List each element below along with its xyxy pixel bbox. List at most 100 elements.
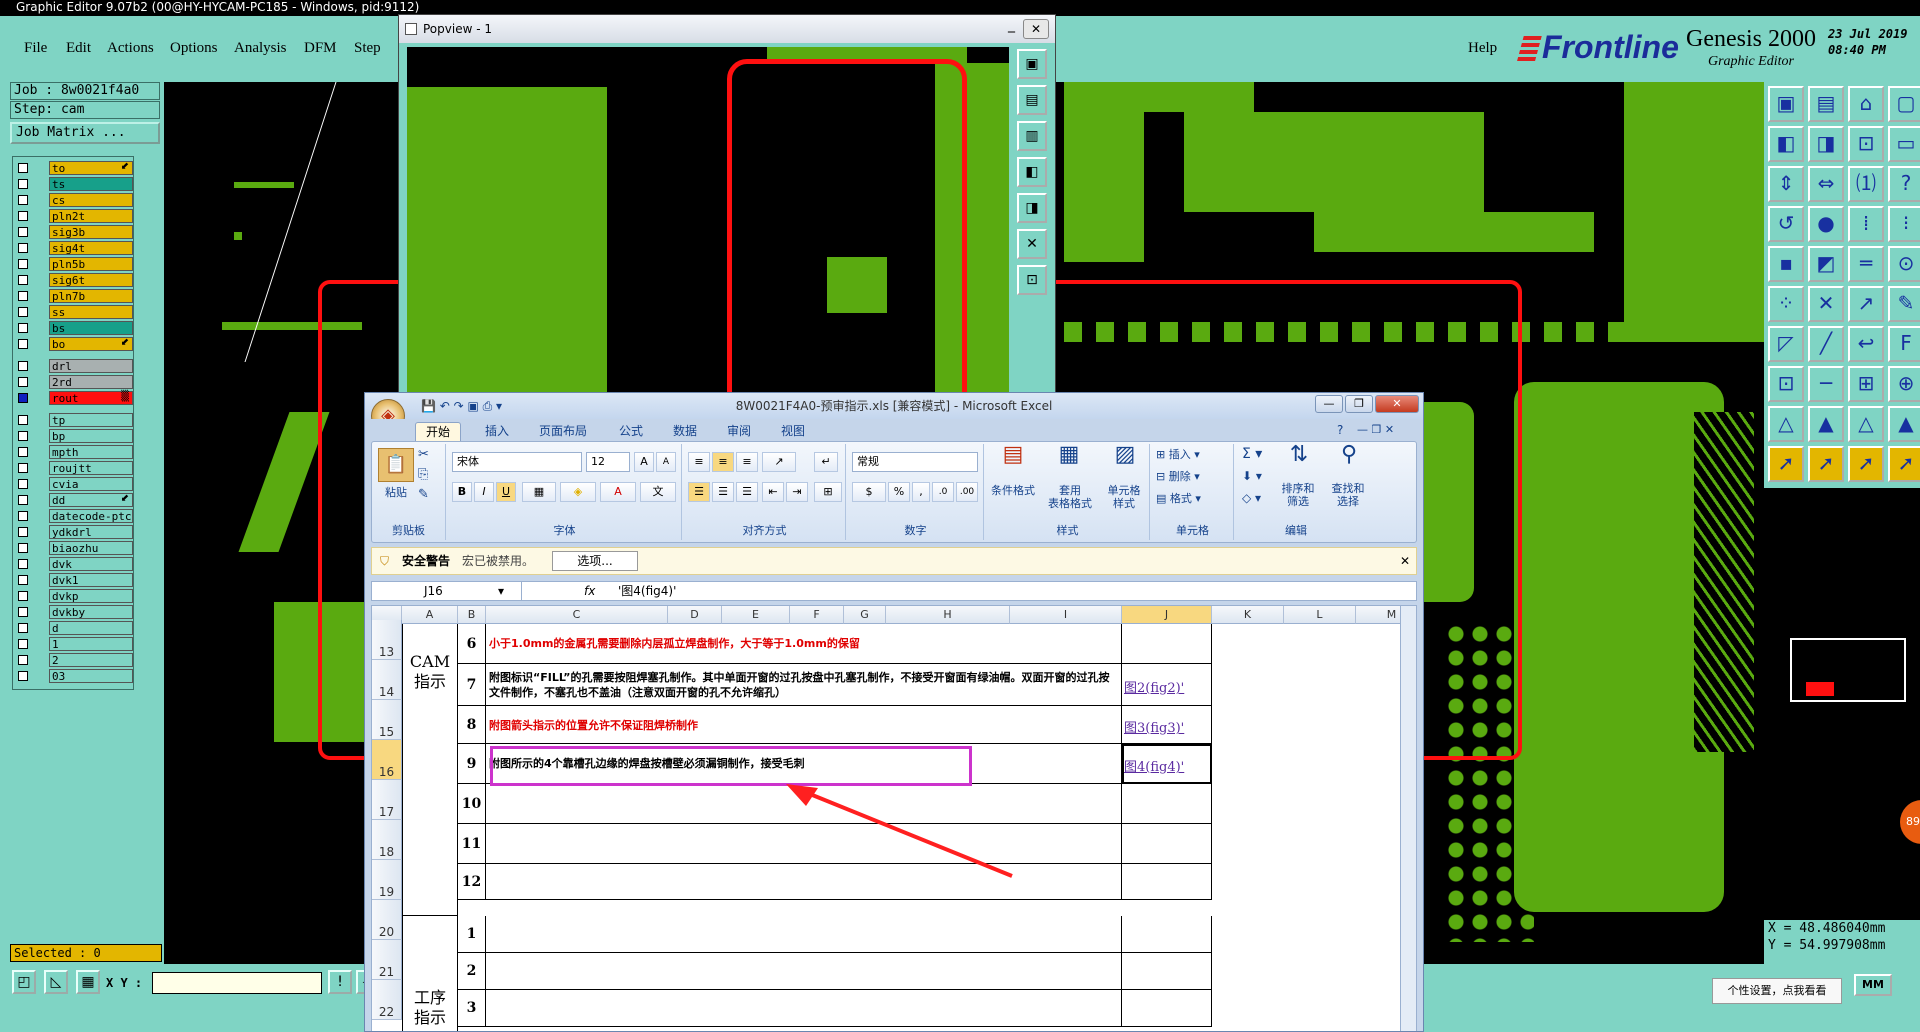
figure-link-cell[interactable] xyxy=(1122,990,1212,1027)
tab-formulas[interactable]: 公式 xyxy=(609,422,653,441)
tool-button-icon[interactable]: ⑴ xyxy=(1848,166,1884,202)
tool-button-icon[interactable]: ⌂ xyxy=(1848,86,1884,122)
number-format-select[interactable]: 常规 xyxy=(852,452,978,472)
figure-link-cell[interactable] xyxy=(1122,916,1212,953)
font-name-select[interactable]: 宋体 xyxy=(452,452,582,472)
layer-checkbox[interactable] xyxy=(18,291,28,301)
select-tool-icon[interactable]: ◰ xyxy=(12,970,36,994)
layer-row[interactable]: 03 xyxy=(15,669,133,683)
tool-button-icon[interactable]: ↗ xyxy=(1848,286,1884,322)
tool-button-icon[interactable]: ═ xyxy=(1848,246,1884,282)
align-center-icon[interactable]: ☰ xyxy=(712,482,734,502)
conditional-format-label[interactable]: 条件格式 xyxy=(986,484,1040,497)
tool-button-icon[interactable]: ▲ xyxy=(1808,406,1844,442)
table-format-icon[interactable]: ▦ xyxy=(1052,444,1086,480)
clear-icon[interactable]: ◇ ▾ xyxy=(1242,492,1261,505)
delete-cells-button[interactable]: ⊟ 删除 ▾ xyxy=(1156,470,1200,483)
figure-link-cell[interactable] xyxy=(1122,864,1212,900)
layer-row[interactable]: cvia xyxy=(15,477,133,491)
minimize-icon[interactable]: _ xyxy=(1008,17,1015,33)
layer-checkbox[interactable] xyxy=(18,527,28,537)
column-header[interactable]: I xyxy=(1010,606,1122,624)
align-right-icon[interactable]: ☰ xyxy=(736,482,758,502)
tool-button-icon[interactable]: ⁝ xyxy=(1888,206,1920,242)
layer-checkbox[interactable] xyxy=(18,275,28,285)
tool-button-icon[interactable]: ✕ xyxy=(1808,286,1844,322)
item-number[interactable]: 7 xyxy=(458,664,486,706)
tool-button-icon[interactable]: ◸ xyxy=(1768,326,1804,362)
autosum-icon[interactable]: Σ ▾ xyxy=(1242,447,1262,461)
tool-button-icon[interactable]: F xyxy=(1888,326,1920,362)
layer-row[interactable]: dvkby xyxy=(15,605,133,619)
phonetic-icon[interactable]: 文 xyxy=(640,482,676,502)
info-icon[interactable]: ! xyxy=(328,970,352,994)
underline-icon[interactable]: U xyxy=(496,482,516,502)
function-icon[interactable]: fx xyxy=(584,582,595,600)
layer-checkbox[interactable] xyxy=(18,591,28,601)
layer-checkbox[interactable] xyxy=(18,393,28,403)
align-left-icon[interactable]: ☰ xyxy=(688,482,710,502)
row-header[interactable]: 20 xyxy=(372,900,402,940)
paste-icon[interactable]: 📋 xyxy=(378,448,414,482)
layer-row[interactable]: tp xyxy=(15,413,133,427)
bold-icon[interactable]: B xyxy=(452,482,472,502)
instruction-cell[interactable] xyxy=(486,916,1122,953)
tool-button-icon[interactable]: ╱ xyxy=(1808,326,1844,362)
increase-indent-icon[interactable]: ⇥ xyxy=(786,482,808,502)
format-cells-button[interactable]: ▤ 格式 ▾ xyxy=(1156,492,1201,505)
layer-row[interactable]: pln5b xyxy=(15,257,133,271)
font-size-select[interactable]: 12 xyxy=(586,452,630,472)
layer-row[interactable]: pln2t xyxy=(15,209,133,223)
layer-checkbox[interactable] xyxy=(18,323,28,333)
figure-link-cell[interactable]: 图2(fig2)' xyxy=(1122,664,1212,706)
layer-checkbox[interactable] xyxy=(18,339,28,349)
tool-button-icon[interactable]: ▢ xyxy=(1888,86,1920,122)
layer-checkbox[interactable] xyxy=(18,195,28,205)
border-icon[interactable]: ▦ xyxy=(522,482,556,502)
name-box-dropdown-icon[interactable]: ▾ xyxy=(498,582,504,600)
row-header[interactable]: 18 xyxy=(372,820,402,860)
copy-icon[interactable]: ⎘ xyxy=(418,468,428,481)
instruction-cell[interactable] xyxy=(486,953,1122,990)
excel-titlebar[interactable]: 8W0021F4A0-预审指示.xls [兼容模式] - Microsoft E… xyxy=(365,393,1423,419)
tool-button-icon[interactable]: ⁞ xyxy=(1848,206,1884,242)
column-header[interactable]: L xyxy=(1284,606,1356,624)
column-header[interactable]: K xyxy=(1212,606,1284,624)
layer-row[interactable]: sig4t xyxy=(15,241,133,255)
layer-row[interactable]: 2 xyxy=(15,653,133,667)
row-header[interactable]: 22 xyxy=(372,980,402,1020)
tool-button-icon[interactable]: ⁘ xyxy=(1768,286,1804,322)
menu-file[interactable]: File xyxy=(24,40,47,57)
italic-icon[interactable]: I xyxy=(474,482,494,502)
tool-button-icon[interactable]: ⊡ xyxy=(1848,126,1884,162)
item-number[interactable]: 6 xyxy=(458,624,486,664)
row-header[interactable]: 16 xyxy=(372,740,402,780)
layer-checkbox[interactable] xyxy=(18,163,28,173)
shrink-font-icon[interactable]: A xyxy=(656,452,676,472)
layer-checkbox[interactable] xyxy=(18,361,28,371)
conditional-format-icon[interactable]: ▤ xyxy=(996,444,1030,480)
column-header[interactable]: G xyxy=(844,606,886,624)
layer-row[interactable]: sig6t xyxy=(15,273,133,287)
tool-button-icon[interactable]: ● xyxy=(1808,206,1844,242)
sort-filter-icon[interactable]: ⇅ xyxy=(1282,444,1316,466)
vertical-scrollbar[interactable] xyxy=(1400,606,1416,1031)
close-bar-icon[interactable]: ✕ xyxy=(1400,548,1410,574)
layer-row[interactable]: drl xyxy=(15,359,133,373)
layer-checkbox[interactable] xyxy=(18,415,28,425)
instruction-cell[interactable]: 附图标识“FILL”的孔需要按阻焊塞孔制作。其中单面开窗的过孔按盘中孔塞孔制作，… xyxy=(486,664,1122,706)
column-header[interactable]: B xyxy=(458,606,486,624)
layer-row[interactable]: ss xyxy=(15,305,133,319)
tab-insert[interactable]: 插入 xyxy=(475,422,519,441)
layer-checkbox[interactable] xyxy=(18,607,28,617)
popview-tool-icon[interactable]: ◧ xyxy=(1017,157,1047,187)
find-select-icon[interactable]: ⚲ xyxy=(1332,444,1366,466)
layer-row[interactable]: 2rd xyxy=(15,375,133,389)
help-icon[interactable]: ? xyxy=(1337,423,1343,437)
instruction-cell[interactable] xyxy=(486,784,1122,824)
layer-row[interactable]: ydkdrl xyxy=(15,525,133,539)
merge-center-icon[interactable]: ⊞ xyxy=(814,482,842,502)
quick-access-toolbar[interactable]: 💾 ↶ ↷ ▣ ⎙ ▾ xyxy=(421,399,502,414)
layer-checkbox[interactable] xyxy=(18,623,28,633)
tab-home[interactable]: 开始 xyxy=(415,422,462,441)
